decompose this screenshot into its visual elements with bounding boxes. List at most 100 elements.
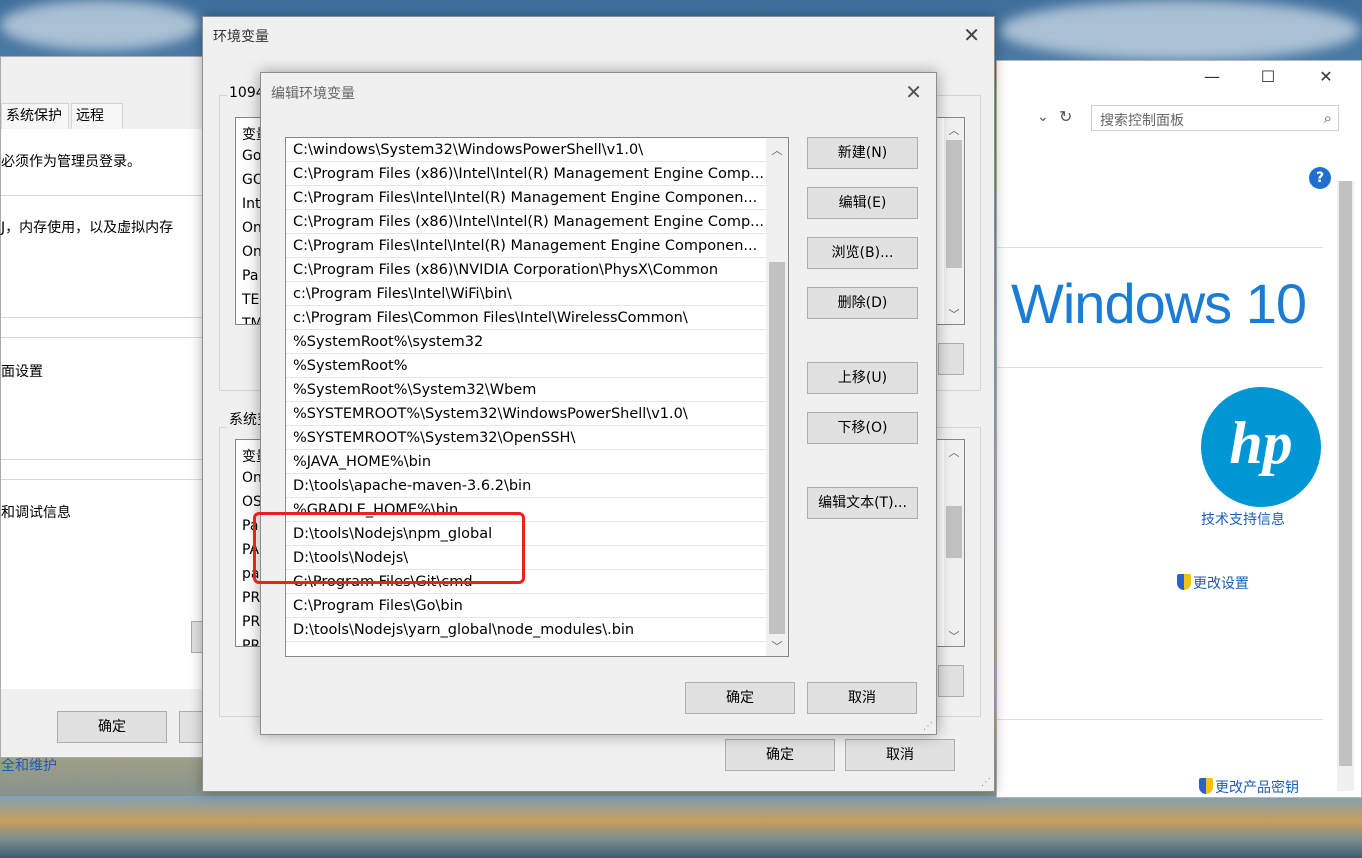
desktop-wallpaper-strip [0, 796, 1362, 858]
scrollbar-thumb[interactable] [946, 506, 962, 558]
close-button[interactable]: ✕ [1311, 65, 1341, 89]
admin-note: 必须作为管理员登录。 [1, 154, 141, 170]
refresh-icon[interactable]: ↻ [1059, 107, 1072, 126]
path-item[interactable]: %SystemRoot%\system32 [286, 330, 766, 354]
oem-logo: hp [1201, 387, 1321, 507]
change-product-key-label: 更改产品密钥 [1215, 780, 1299, 796]
search-placeholder: 搜索控制面板 [1100, 113, 1184, 129]
oem-logo-text: hp [1229, 410, 1293, 476]
scroll-up-icon[interactable]: ︿ [944, 122, 964, 138]
minimize-button[interactable]: — [1197, 65, 1227, 89]
path-item[interactable]: C:\windows\System32\WindowsPowerShell\v1… [286, 138, 766, 162]
browse-button[interactable]: 浏览(B)... [807, 237, 918, 269]
path-item[interactable]: C:\Program Files\Intel\Intel(R) Manageme… [286, 186, 766, 210]
close-icon[interactable]: ✕ [905, 80, 922, 104]
path-item[interactable]: %SYSTEMROOT%\System32\OpenSSH\ [286, 426, 766, 450]
list-item[interactable]: PR [242, 638, 260, 646]
scroll-down-icon[interactable]: ﹀ [944, 628, 964, 644]
path-item[interactable]: D:\tools\Nodejs\yarn_global\node_modules… [286, 618, 766, 642]
user-profile-setting: 面设置 [1, 364, 43, 380]
debug-info-setting: 和调试信息 [1, 505, 71, 521]
tab-system-protection[interactable]: 系统保护 [1, 103, 69, 129]
path-item[interactable]: C:\Program Files\Go\bin [286, 594, 766, 618]
path-item[interactable]: C:\Program Files (x86)\NVIDIA Corporatio… [286, 258, 766, 282]
scroll-up-icon[interactable]: ︿ [766, 142, 788, 158]
edit-text-button[interactable]: 编辑文本(T)... [807, 487, 918, 519]
divider [1, 479, 217, 480]
resize-grip-icon[interactable]: ⋰ [981, 777, 993, 789]
path-item[interactable]: C:\Program Files (x86)\Intel\Intel(R) Ma… [286, 162, 766, 186]
ok-button[interactable]: 确定 [725, 739, 835, 771]
list-item[interactable]: TE [242, 292, 259, 308]
desktop-cloud [0, 0, 200, 50]
list-item[interactable]: On [242, 470, 262, 486]
window-title: 环境变量 [213, 29, 269, 45]
path-item[interactable]: %SystemRoot%\System32\Wbem [286, 378, 766, 402]
help-icon[interactable]: ? [1309, 167, 1331, 189]
tab-remote[interactable]: 远程 [71, 103, 123, 129]
scroll-down-icon[interactable]: ﹀ [944, 306, 964, 322]
move-up-button[interactable]: 上移(U) [807, 362, 918, 394]
chevron-down-icon[interactable]: ⌄ [1037, 109, 1049, 125]
path-item[interactable]: C:\Program Files (x86)\Intel\Intel(R) Ma… [286, 210, 766, 234]
control-panel-window: — ☐ ✕ ⌄ ↻ 搜索控制面板 ⌕ ? Windows 10 hp 技术支持信… [996, 60, 1362, 798]
divider [997, 247, 1323, 248]
cancel-button[interactable]: 取消 [845, 739, 955, 771]
performance-note: J，内存使用，以及虚拟内存 [1, 220, 174, 236]
close-icon[interactable]: ✕ [963, 23, 980, 47]
scroll-up-icon[interactable]: ︿ [944, 444, 964, 460]
edit-environment-variable-dialog: 编辑环境变量 ✕ C:\windows\System32\WindowsPowe… [260, 72, 937, 735]
system-properties-window: 系统保护 远程 必须作为管理员登录。 J，内存使用，以及虚拟内存 面设置 和调试… [0, 56, 231, 774]
list-item[interactable]: On [242, 244, 262, 260]
scroll-down-icon[interactable]: ﹀ [766, 638, 788, 654]
path-item[interactable]: %SystemRoot% [286, 354, 766, 378]
scrollbar-thumb[interactable] [1339, 181, 1352, 766]
control-panel-titlebar: — ☐ ✕ [997, 61, 1362, 93]
system-var-button[interactable] [938, 665, 964, 697]
list-item[interactable]: On [242, 220, 262, 236]
move-down-button[interactable]: 下移(O) [807, 412, 918, 444]
divider [997, 367, 1323, 368]
list-item[interactable]: Int [242, 196, 261, 212]
shield-icon [1199, 778, 1213, 794]
path-list-scrollbar[interactable]: ︿ ﹀ [766, 138, 788, 656]
resize-grip-icon[interactable]: ⋰ [923, 721, 935, 733]
path-item[interactable]: C:\Program Files\Intel\Intel(R) Manageme… [286, 234, 766, 258]
cancel-button[interactable]: 取消 [807, 682, 917, 714]
delete-button[interactable]: 删除(D) [807, 287, 918, 319]
divider [1, 459, 217, 460]
user-list-scrollbar[interactable]: ︿ ﹀ [944, 118, 964, 324]
support-info-link[interactable]: 技术支持信息 [1201, 509, 1285, 529]
path-item[interactable]: c:\Program Files\Common Files\Intel\Wire… [286, 306, 766, 330]
path-item[interactable]: %JAVA_HOME%\bin [286, 450, 766, 474]
shield-icon [1177, 574, 1191, 590]
dialog-title: 编辑环境变量 [271, 86, 355, 102]
search-icon[interactable]: ⌕ [1324, 109, 1332, 127]
scrollbar-thumb[interactable] [946, 140, 962, 268]
scrollbar-thumb[interactable] [769, 262, 785, 634]
system-properties-body: 必须作为管理员登录。 J，内存使用，以及虚拟内存 面设置 和调试信息 [1, 129, 231, 689]
list-item[interactable]: Go [242, 148, 261, 164]
change-product-key-link[interactable]: 更改产品密钥 [1199, 777, 1299, 797]
ok-button[interactable]: 确定 [685, 682, 795, 714]
security-maintenance-link[interactable]: 全和维护 [1, 755, 57, 775]
change-settings-link[interactable]: 更改设置 [1177, 573, 1249, 593]
list-item[interactable]: Pa [242, 268, 258, 284]
edit-button[interactable]: 编辑(E) [807, 187, 918, 219]
system-list-scrollbar[interactable]: ︿ ﹀ [944, 440, 964, 646]
list-item[interactable]: PR [242, 590, 260, 606]
desktop-cloud [1000, 0, 1360, 60]
windows-brand-logo: Windows 10 [1011, 272, 1307, 335]
new-button[interactable]: 新建(N) [807, 137, 918, 169]
user-var-button[interactable] [938, 343, 964, 375]
divider [1, 317, 217, 318]
list-item[interactable]: OS [242, 494, 262, 510]
maximize-button[interactable]: ☐ [1253, 65, 1283, 89]
path-item[interactable]: c:\Program Files\Intel\WiFi\bin\ [286, 282, 766, 306]
ok-button[interactable]: 确定 [57, 711, 167, 743]
control-panel-scrollbar[interactable] [1337, 181, 1354, 791]
search-input[interactable]: 搜索控制面板 ⌕ [1091, 105, 1339, 131]
list-item[interactable]: PR [242, 614, 260, 630]
path-item[interactable]: %SYSTEMROOT%\System32\WindowsPowerShell\… [286, 402, 766, 426]
path-item[interactable]: D:\tools\apache-maven-3.6.2\bin [286, 474, 766, 498]
